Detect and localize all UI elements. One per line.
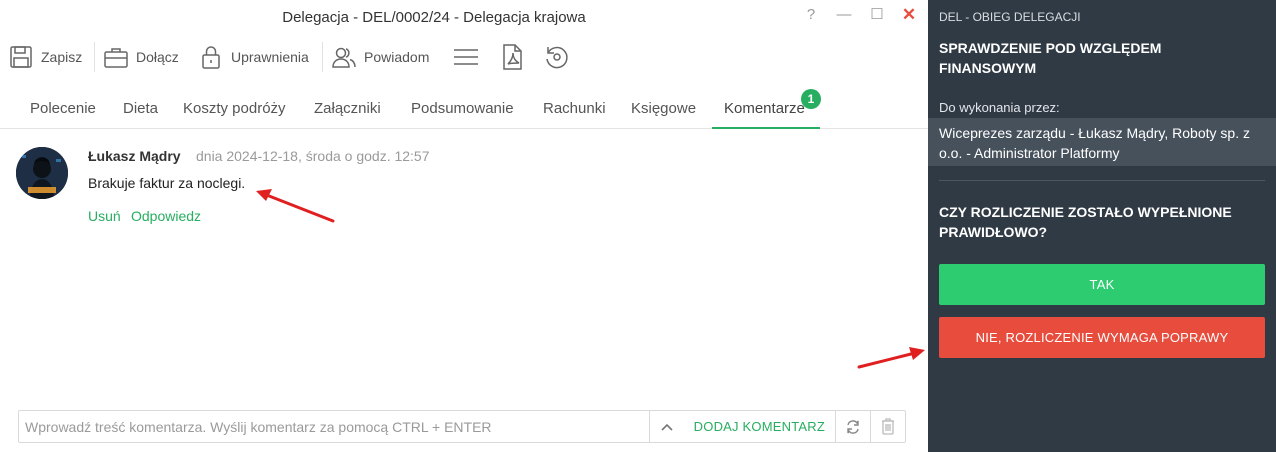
maximize-icon[interactable]: ☐ [866, 5, 888, 25]
workflow-question: CZY ROZLICZENIE ZOSTAŁO WYPEŁNIONE PRAWI… [939, 204, 1232, 240]
approve-button[interactable]: TAK [939, 264, 1265, 305]
workflow-step-title: SPRAWDZENIE POD WZGLĘDEM FINANSOWYM [939, 40, 1162, 76]
window-title: Delegacja - DEL/0002/24 - Delegacja kraj… [282, 9, 586, 26]
menu-icon[interactable] [451, 42, 481, 72]
attach-button[interactable]: Dołącz [103, 40, 179, 74]
permissions-button[interactable]: Uprawnienia [198, 40, 309, 74]
assignee-value: Wiceprezes zarządu - Łukasz Mądry, Robot… [928, 118, 1276, 166]
avatar [16, 147, 68, 199]
chevron-up-icon[interactable] [650, 411, 684, 442]
panel-header: DEL - OBIEG DELEGACJI [939, 10, 1081, 24]
save-label: Zapisz [41, 49, 83, 65]
tab-podsumowanie[interactable]: Podsumowanie [411, 90, 514, 128]
history-icon[interactable] [542, 42, 572, 72]
reject-button[interactable]: NIE, ROZLICZENIE WYMAGA POPRAWY [939, 317, 1265, 358]
title-bar: Delegacja - DEL/0002/24 - Delegacja kraj… [0, 0, 928, 32]
notify-button[interactable]: Powiadom [331, 40, 429, 74]
close-icon[interactable]: ✕ [898, 5, 920, 25]
comments-count-badge: 1 [801, 89, 821, 109]
briefcase-icon [104, 48, 128, 68]
comment-author: Łukasz Mądry [88, 148, 181, 164]
tab-ksiegowe[interactable]: Księgowe [631, 90, 696, 128]
help-icon[interactable]: ? [800, 5, 822, 25]
comment-date: dnia 2024-12-18, środa o godz. 12:57 [196, 148, 430, 164]
main-window: Delegacja - DEL/0002/24 - Delegacja kraj… [0, 0, 928, 452]
save-icon [10, 46, 32, 68]
tab-zalaczniki[interactable]: Załączniki [314, 90, 381, 128]
reply-comment-link[interactable]: Odpowiedz [131, 208, 201, 224]
tab-rachunki[interactable]: Rachunki [543, 90, 606, 128]
delete-comment-link[interactable]: Usuń [88, 208, 121, 224]
lock-icon [202, 46, 220, 69]
toolbar: Zapisz Dołącz Uprawnienia Powiadom [0, 36, 928, 78]
annotation-arrow-icon [857, 347, 925, 369]
annotation-arrow-icon [256, 189, 335, 223]
tab-koszty-podrozy[interactable]: Koszty podróży [183, 90, 286, 128]
refresh-icon[interactable] [836, 411, 870, 442]
workflow-side-panel: DEL - OBIEG DELEGACJI SPRAWDZENIE POD WZ… [928, 0, 1276, 452]
attach-label: Dołącz [136, 49, 179, 65]
users-icon [332, 47, 356, 68]
tab-bar: Polecenie Dieta Koszty podróży Załącznik… [0, 90, 928, 129]
pdf-icon[interactable] [497, 42, 527, 72]
notify-label: Powiadom [364, 49, 430, 65]
comment-input[interactable] [19, 411, 649, 442]
assignee-label: Do wykonania przez: [939, 100, 1060, 115]
add-comment-button[interactable]: DODAJ KOMENTARZ [684, 411, 835, 442]
comment-composer: DODAJ KOMENTARZ [18, 410, 906, 443]
comment-text: Brakuje faktur za noclegi. [88, 175, 246, 191]
toolbar-divider [322, 42, 323, 72]
save-button[interactable]: Zapisz [8, 40, 82, 74]
tab-polecenie[interactable]: Polecenie [30, 90, 96, 128]
tab-dieta[interactable]: Dieta [123, 90, 158, 128]
permissions-label: Uprawnienia [231, 49, 309, 65]
panel-divider [939, 180, 1265, 181]
toolbar-divider [94, 42, 95, 72]
trash-icon[interactable] [871, 411, 905, 442]
minimize-icon[interactable]: — [833, 5, 855, 25]
